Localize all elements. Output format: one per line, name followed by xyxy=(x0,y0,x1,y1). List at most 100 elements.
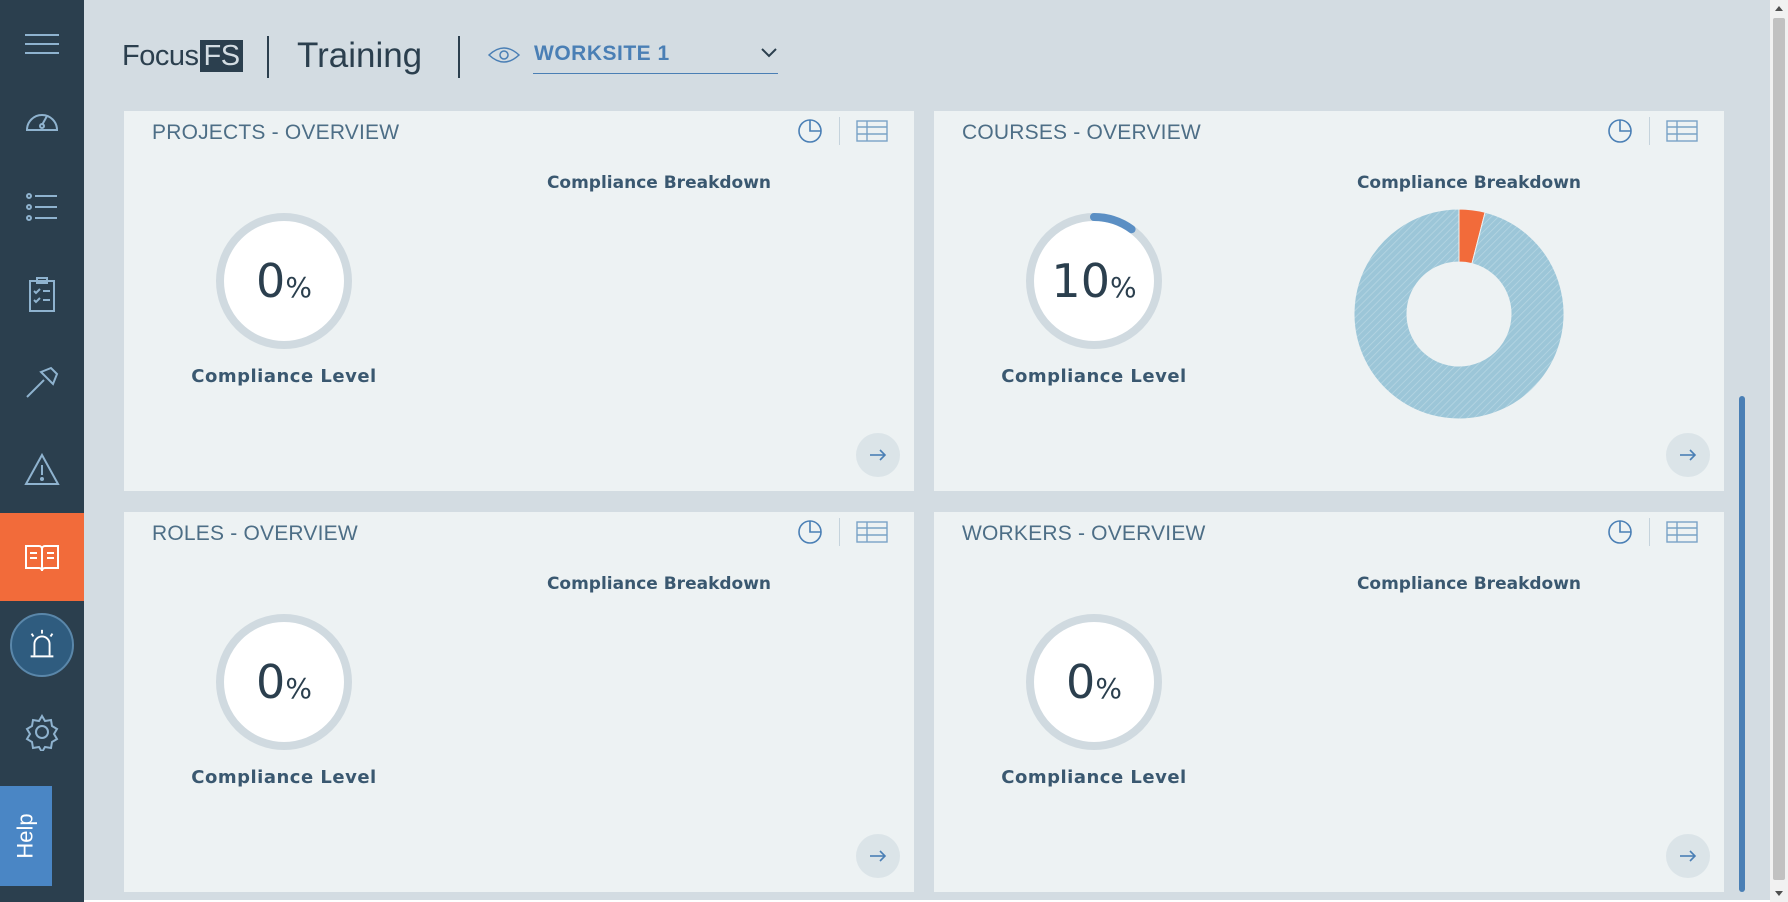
card-open-button[interactable] xyxy=(856,433,900,477)
overview-card: ROLES - OVERVIEW Compliance Breakdown 0%… xyxy=(124,512,914,892)
header-divider xyxy=(267,36,269,78)
list-icon xyxy=(26,193,57,221)
window-scrollbar[interactable] xyxy=(1770,0,1788,902)
window-scroll-thumb[interactable] xyxy=(1773,18,1785,880)
logo[interactable]: Focus FS xyxy=(122,38,243,74)
overview-card: WORKERS - OVERVIEW Compliance Breakdown … xyxy=(934,512,1724,892)
compliance-unit: % xyxy=(1109,270,1137,304)
alarm-icon xyxy=(30,629,54,658)
compliance-gauge: 0% xyxy=(214,211,354,351)
table-view-button[interactable] xyxy=(856,521,888,543)
checklist-icon xyxy=(29,277,55,312)
content-scrollbar[interactable] xyxy=(1739,396,1745,892)
card-view-toggle xyxy=(1607,518,1698,546)
dashboard-icon xyxy=(25,114,59,131)
compliance-unit: % xyxy=(285,671,312,705)
breakdown-label: Compliance Breakdown xyxy=(546,574,772,594)
card-view-toggle xyxy=(797,117,888,145)
header-divider xyxy=(458,36,460,78)
header: Focus FS Training WORKSITE 1 xyxy=(84,0,1770,110)
sidebar-item-list[interactable] xyxy=(0,163,84,251)
tool-divider xyxy=(1649,117,1650,145)
pie-chart-icon xyxy=(798,520,822,544)
breakdown-label: Compliance Breakdown xyxy=(1356,574,1582,594)
card-open-button[interactable] xyxy=(1666,433,1710,477)
logo-box: FS xyxy=(200,40,243,72)
sidebar-item-checklist[interactable] xyxy=(0,251,84,339)
sidebar-item-dashboard[interactable] xyxy=(0,77,84,165)
table-view-button[interactable] xyxy=(1666,120,1698,142)
scroll-up-icon[interactable] xyxy=(1774,4,1784,12)
compliance-level-label: Compliance Level xyxy=(191,366,377,387)
arrow-right-icon xyxy=(870,850,887,862)
logo-text: Focus xyxy=(122,39,199,72)
card-open-button[interactable] xyxy=(1666,834,1710,878)
breakdown-label: Compliance Breakdown xyxy=(546,173,772,193)
card-view-toggle xyxy=(1607,117,1698,145)
card-view-toggle xyxy=(797,518,888,546)
pie-chart-icon xyxy=(798,119,822,143)
compliance-level-label: Compliance Level xyxy=(1001,767,1187,788)
compliance-unit: % xyxy=(285,270,312,304)
card-title: ROLES - OVERVIEW xyxy=(152,522,358,545)
alarm-button[interactable] xyxy=(10,613,74,677)
sidebar-item-alarm[interactable] xyxy=(0,601,84,689)
training-book-icon xyxy=(25,545,59,572)
arrow-right-icon xyxy=(870,449,887,461)
compliance-gauge: 0% xyxy=(1024,612,1164,752)
overview-card: PROJECTS - OVERVIEW Compliance Breakdown… xyxy=(124,111,914,491)
sidebar-item-tools[interactable] xyxy=(0,339,84,427)
breakdown-label: Compliance Breakdown xyxy=(1356,173,1582,193)
warning-icon xyxy=(24,452,60,485)
donut-slice-non-compliant[interactable] xyxy=(1353,208,1565,420)
chart-view-button[interactable] xyxy=(797,519,823,545)
page-title: Training xyxy=(297,36,423,75)
chevron-down-icon xyxy=(761,48,777,58)
chart-view-button[interactable] xyxy=(1607,519,1633,545)
compliance-level-label: Compliance Level xyxy=(1001,366,1187,387)
arrow-right-icon xyxy=(1680,850,1697,862)
compliance-value: 0 xyxy=(256,655,286,709)
table-icon xyxy=(1666,120,1698,142)
eye-icon xyxy=(487,47,521,63)
menu-icon xyxy=(25,34,59,54)
compliance-level-label: Compliance Level xyxy=(191,767,377,788)
compliance-value: 0 xyxy=(256,254,286,308)
card-open-button[interactable] xyxy=(856,834,900,878)
compliance-unit: % xyxy=(1095,671,1122,705)
help-label: Help xyxy=(13,813,38,859)
card-title: WORKERS - OVERVIEW xyxy=(962,522,1206,545)
sidebar-item-incidents[interactable] xyxy=(0,426,84,514)
settings-icon xyxy=(25,714,59,751)
compliance-gauge: 10% xyxy=(1024,211,1164,351)
overview-card: COURSES - OVERVIEW Compliance Breakdown … xyxy=(934,111,1724,491)
chart-view-button[interactable] xyxy=(1607,118,1633,144)
compliance-breakdown-chart xyxy=(1353,208,1565,420)
tool-divider xyxy=(839,518,840,546)
pie-chart-icon xyxy=(1608,119,1632,143)
arrow-right-icon xyxy=(1680,449,1697,461)
menu-button[interactable] xyxy=(0,0,84,88)
table-icon xyxy=(1666,521,1698,543)
scroll-down-icon[interactable] xyxy=(1774,890,1784,898)
help-button[interactable]: Help xyxy=(0,786,52,886)
sidebar-item-settings[interactable] xyxy=(0,688,84,776)
dashboard-content: PROJECTS - OVERVIEW Compliance Breakdown… xyxy=(84,110,1768,902)
compliance-value: 10 xyxy=(1051,254,1110,308)
compliance-gauge: 0% xyxy=(214,612,354,752)
chart-view-button[interactable] xyxy=(797,118,823,144)
table-icon xyxy=(856,120,888,142)
table-icon xyxy=(856,521,888,543)
tool-divider xyxy=(1649,518,1650,546)
card-title: COURSES - OVERVIEW xyxy=(962,121,1201,144)
compliance-value: 0 xyxy=(1066,655,1096,709)
pie-chart-icon xyxy=(1608,520,1632,544)
hammer-icon xyxy=(26,366,59,398)
sidebar: Help xyxy=(0,0,84,902)
table-view-button[interactable] xyxy=(856,120,888,142)
sidebar-item-training[interactable] xyxy=(0,513,84,601)
table-view-button[interactable] xyxy=(1666,521,1698,543)
card-title: PROJECTS - OVERVIEW xyxy=(152,121,400,144)
worksite-select[interactable]: WORKSITE 1 xyxy=(533,38,778,74)
tool-divider xyxy=(839,117,840,145)
